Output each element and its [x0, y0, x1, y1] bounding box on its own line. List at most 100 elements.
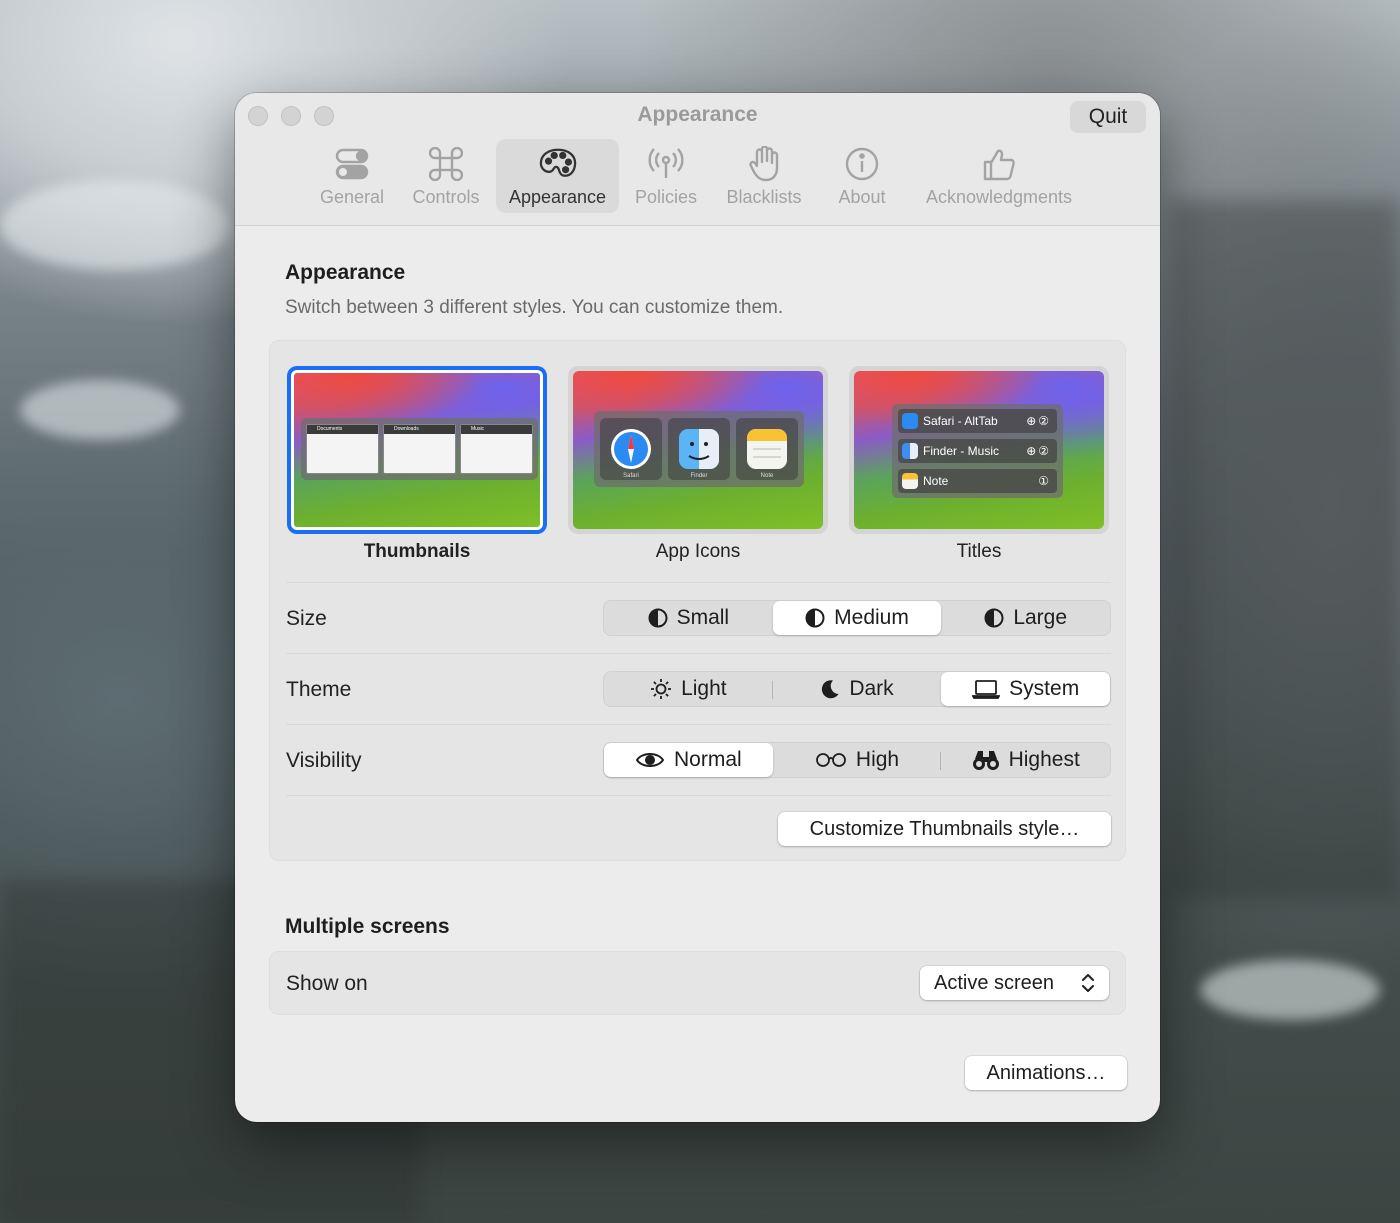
customize-thumbnails-style-button[interactable]: Customize Thumbnails style…: [778, 812, 1111, 846]
moon-icon: [822, 680, 839, 699]
preview-title-text: Safari - AltTab: [923, 414, 998, 428]
section-title-appearance: Appearance: [285, 261, 406, 284]
window-title: Appearance: [637, 103, 758, 126]
theme-light-label: Light: [681, 677, 727, 700]
tab-label: About: [838, 187, 886, 207]
quit-button[interactable]: Quit: [1070, 101, 1146, 133]
size-small-label: Small: [676, 606, 730, 629]
tab-blacklists[interactable]: Blacklists: [716, 139, 812, 213]
tab-label: Acknowledgments: [925, 187, 1073, 207]
notes-icon: Note: [736, 418, 798, 480]
notes-icon: [902, 473, 918, 489]
tab-label: Blacklists: [726, 187, 802, 207]
hand-icon: [745, 145, 783, 183]
segment-divider: [771, 681, 773, 699]
visibility-label: Visibility: [286, 749, 362, 772]
preview-window-title: Music: [461, 425, 532, 434]
preview-title-row: Finder - Music ⊕②: [898, 439, 1057, 463]
theme-light-option[interactable]: Light: [604, 672, 773, 706]
size-large-option[interactable]: Large: [941, 601, 1110, 635]
finder-icon: [902, 443, 918, 459]
preview-title-badges: ⊕②: [1026, 444, 1051, 458]
preview-window-title: Downloads: [384, 425, 455, 434]
style-app-icons-card[interactable]: Safari Finder Note: [568, 366, 828, 534]
command-icon: [427, 145, 465, 183]
tab-label: Controls: [412, 187, 480, 207]
preview-window-thumbnail: Music: [460, 424, 533, 474]
laptop-icon: [972, 680, 1001, 699]
finder-icon: Finder: [668, 418, 730, 480]
style-titles-label: Titles: [956, 541, 1002, 562]
size-large-label: Large: [1013, 606, 1068, 629]
tab-about[interactable]: About: [827, 139, 897, 213]
theme-segmented-control: Light Dark System: [603, 671, 1111, 707]
size-medium-label: Medium: [834, 606, 909, 629]
tab-appearance[interactable]: Appearance: [496, 139, 619, 213]
preview-title-row: Note ①: [898, 469, 1057, 493]
sun-icon: [651, 679, 672, 699]
chevron-up-down-icon: [1082, 974, 1094, 992]
section-title-multiple-screens: Multiple screens: [285, 915, 450, 938]
preview-window-title: Documents: [307, 425, 378, 434]
visibility-highest-option[interactable]: Highest: [940, 743, 1110, 777]
visibility-high-label: High: [855, 748, 900, 771]
theme-label: Theme: [286, 678, 352, 701]
theme-system-label: System: [1009, 677, 1080, 700]
theme-dark-label: Dark: [849, 677, 894, 700]
preview-title-badges: ⊕②: [1026, 414, 1051, 428]
preferences-window: Appearance Quit General Controls Appeara…: [235, 93, 1160, 1122]
preview-title-text: Note: [923, 474, 949, 488]
title-bar: Appearance Quit General Controls Appeara…: [235, 93, 1160, 226]
style-titles-card[interactable]: Safari - AltTab ⊕② Finder - Music ⊕② Not…: [849, 366, 1109, 534]
preview-window-thumbnail: Documents: [306, 424, 379, 474]
show-on-label: Show on: [286, 972, 368, 995]
section-subtitle: Switch between 3 different styles. You c…: [285, 297, 784, 318]
preview-switcher-panel: Documents Downloads Music: [301, 418, 538, 480]
show-on-select[interactable]: Active screen: [920, 966, 1109, 1000]
toggles-icon: [333, 145, 371, 183]
size-small-option[interactable]: Small: [604, 601, 773, 635]
tab-label: Policies: [634, 187, 698, 207]
size-medium-option[interactable]: Medium: [772, 601, 942, 635]
half-circle-icon: [805, 608, 825, 628]
size-segmented-control: Small Medium Large: [603, 600, 1111, 636]
info-icon: [843, 145, 881, 183]
multiple-screens-group: Show on Active screen: [269, 951, 1126, 1015]
customize-row: Customize Thumbnails style…: [286, 795, 1111, 861]
appearance-group: Documents Downloads Music Thumbnails Saf…: [269, 340, 1126, 861]
animations-button[interactable]: Animations…: [965, 1056, 1127, 1090]
background-snow: [0, 180, 230, 270]
wallpaper-preview: Safari - AltTab ⊕② Finder - Music ⊕② Not…: [854, 371, 1104, 529]
tab-general[interactable]: General: [310, 139, 394, 213]
visibility-highest-label: Highest: [1008, 748, 1080, 771]
style-thumbnails-label: Thumbnails: [363, 541, 471, 562]
eyeglasses-icon: [816, 753, 846, 767]
theme-dark-option[interactable]: Dark: [771, 672, 942, 706]
style-thumbnails-card[interactable]: Documents Downloads Music: [287, 366, 547, 534]
preview-title-badges: ①: [1038, 474, 1051, 488]
palette-icon: [539, 145, 577, 183]
safari-icon: [902, 413, 918, 429]
style-app-icons-label: App Icons: [655, 541, 741, 562]
visibility-normal-option[interactable]: Normal: [604, 743, 773, 777]
visibility-normal-label: Normal: [673, 748, 742, 771]
show-on-value: Active screen: [934, 971, 1055, 994]
preview-app-name: Safari: [623, 473, 639, 479]
thumbs-up-icon: [980, 145, 1018, 183]
tab-acknowledgments[interactable]: Acknowledgments: [915, 139, 1083, 213]
theme-system-option[interactable]: System: [941, 672, 1111, 706]
visibility-row: Visibility Normal High Highest: [286, 724, 1111, 794]
preview-app-name: Finder: [690, 473, 708, 479]
tab-controls[interactable]: Controls: [403, 139, 489, 213]
preview-window-thumbnail: Downloads: [383, 424, 456, 474]
preview-title-row: Safari - AltTab ⊕②: [898, 409, 1057, 433]
size-row: Size Small Medium Large: [286, 582, 1111, 652]
background-cliff: [1170, 200, 1400, 900]
size-label: Size: [286, 607, 327, 630]
binoculars-icon: [972, 751, 999, 770]
tab-policies[interactable]: Policies: [626, 139, 706, 213]
half-circle-icon: [984, 608, 1004, 628]
safari-icon: Safari: [600, 418, 662, 480]
visibility-high-option[interactable]: High: [773, 743, 942, 777]
theme-row: Theme Light Dark System: [286, 653, 1111, 723]
